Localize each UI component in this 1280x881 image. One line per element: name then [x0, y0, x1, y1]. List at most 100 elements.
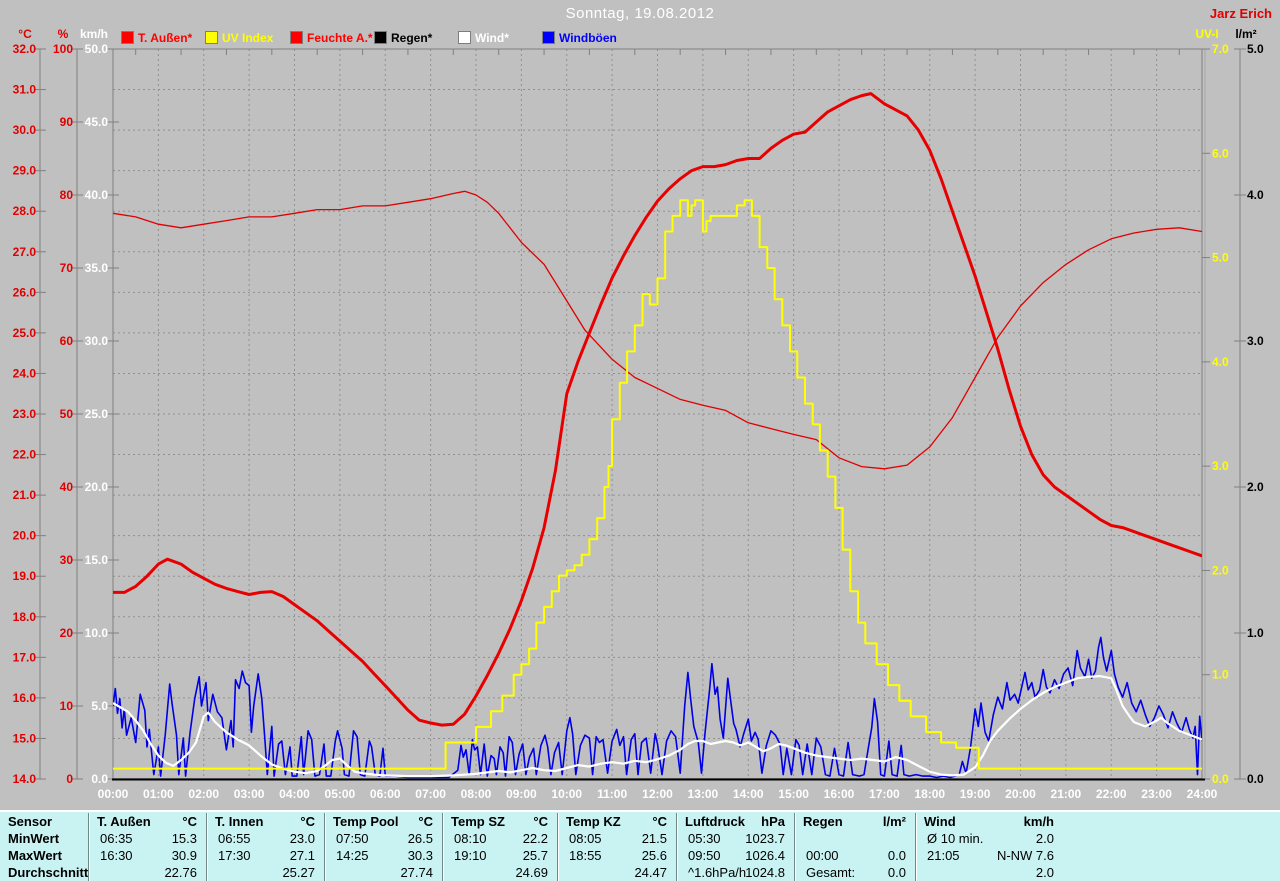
cell-name: Temp KZ	[566, 814, 621, 829]
cell-min_value: 15.3	[171, 831, 197, 846]
cell-max_time: 00:00	[806, 848, 839, 863]
axis-tick-label-percent: 30	[60, 553, 74, 567]
axis-tick-label-kmh: 25.0	[85, 407, 109, 421]
table-avg-row: 24.69	[443, 864, 558, 881]
axis-tick-label-kmh: 30.0	[85, 334, 109, 348]
cell-max_time: 14:25	[336, 848, 369, 863]
table-col-header: Temp Pool °C	[325, 813, 443, 830]
cell-unit: hPa	[761, 814, 785, 829]
axis-tick-label-rain: 0.0	[1247, 772, 1264, 786]
cell-min_time: 08:05	[569, 831, 602, 846]
cell-unit: °C	[533, 814, 548, 829]
x-tick-label: 23:00	[1141, 787, 1172, 801]
cell-min_value: 22.2	[522, 831, 548, 846]
x-tick-label: 21:00	[1051, 787, 1082, 801]
x-tick-label: 11:00	[597, 787, 627, 801]
cell-name: T. Außen	[97, 814, 151, 829]
cell-name: Wind	[924, 814, 956, 829]
axis-tick-label-uv: 7.0	[1212, 42, 1229, 56]
cell-avg_value: 24.47	[634, 865, 667, 880]
cell-max_value: 25.7	[522, 848, 548, 863]
table-avg-row: 24.47	[558, 864, 677, 881]
table-avg-row: 25.27	[207, 864, 325, 881]
cell-avg_label: ^1.6hPa/h	[688, 865, 747, 880]
axis-tick-label-kmh: 5.0	[91, 699, 108, 713]
axis-tick-label-temp: 27.0	[13, 245, 37, 259]
cell-unit: °C	[652, 814, 667, 829]
cell-min_time: 06:35	[100, 831, 133, 846]
cell-max_time: 09:50	[688, 848, 721, 863]
weather-app-window: Sonntag, 19.08.2012 Jarz Erich T. Außen*…	[0, 0, 1280, 881]
cell-max_value: 1026.4	[745, 848, 785, 863]
table-col-header: Temp SZ °C	[443, 813, 558, 830]
table-min-row: 07:50 26.5	[325, 830, 443, 847]
x-tick-label: 19:00	[960, 787, 991, 801]
axis-tick-label-temp: 17.0	[13, 650, 37, 664]
table-col-temp-pool: Temp Pool °C 07:50 26.5 14:25 30.3 27.74	[324, 813, 443, 881]
axis-tick-label-rain: 4.0	[1247, 188, 1264, 202]
axis-tick-label-kmh: 0.0	[91, 772, 108, 786]
series-windb-en	[113, 636, 1202, 779]
cell-avg_label: Gesamt:	[806, 865, 856, 880]
axis-tick-label-percent: 10	[60, 699, 74, 713]
axis-tick-label-temp: 30.0	[13, 123, 37, 137]
axis-tick-label-uv: 1.0	[1212, 668, 1229, 682]
axis-tick-label-kmh: 15.0	[85, 553, 109, 567]
x-tick-label: 18:00	[914, 787, 945, 801]
cell-max_time: 16:30	[100, 848, 133, 863]
axis-tick-label-uv: 2.0	[1212, 563, 1229, 577]
table-col-temp-sz: Temp SZ °C 08:10 22.2 19:10 25.7 24.69	[442, 813, 558, 881]
table-max-row: 19:10 25.7	[443, 847, 558, 864]
axis-tick-label-uv: 5.0	[1212, 251, 1229, 265]
x-tick-label: 24:00	[1187, 787, 1218, 801]
x-tick-label: 00:00	[98, 787, 129, 801]
x-tick-label: 10:00	[551, 787, 582, 801]
axis-tick-label-temp: 22.0	[13, 448, 37, 462]
axis-tick-label-percent: 0	[66, 772, 73, 786]
table-col-wind: Wind km/h Ø 10 min. 2.0 21:05 N-NW 7.6 2.0	[915, 813, 1064, 881]
axis-tick-label-temp: 21.0	[13, 488, 37, 502]
weather-chart: 32.0 31.0 30.0 29.0 28.0 27.0 26.0 25.0 24.0 23.0…	[13, 27, 1264, 801]
axis-tick-label-uv: 3.0	[1212, 459, 1229, 473]
table-col-header: Wind km/h	[916, 813, 1064, 830]
axis-tick-label-temp: 18.0	[13, 610, 37, 624]
axis-unit-percent: %	[58, 27, 69, 41]
axis-tick-label-temp: 25.0	[13, 326, 37, 340]
axis-tick-label-temp: 16.0	[13, 691, 37, 705]
x-tick-label: 04:00	[279, 787, 310, 801]
x-tick-label: 22:00	[1096, 787, 1127, 801]
table-col-header: Regen l/m²	[795, 813, 916, 830]
axis-tick-label-rain: 5.0	[1247, 42, 1264, 56]
cell-min_value: 2.0	[1035, 831, 1054, 846]
x-tick-label: 13:00	[688, 787, 719, 801]
axis-tick-label-percent: 50	[60, 407, 74, 421]
cell-min_value: 21.5	[641, 831, 667, 846]
table-col-t-au-en: T. Außen °C 06:35 15.3 16:30 30.9 22.76	[88, 813, 207, 881]
x-tick-label: 17:00	[869, 787, 900, 801]
axis-unit-kmh: km/h	[80, 27, 108, 41]
row-label-durchschnitt: Durchschnitt	[8, 865, 89, 880]
x-tick-label: 09:00	[506, 787, 537, 801]
table-col-luftdruck: Luftdruck hPa 05:30 1023.7 09:50 1026.4 ^1.6hP…	[676, 813, 795, 881]
table-min-row: Ø 10 min. 2.0	[916, 830, 1064, 847]
table-max-row: 17:30 27.1	[207, 847, 325, 864]
axis-tick-label-temp: 19.0	[13, 569, 37, 583]
axis-tick-label-temp: 28.0	[13, 204, 37, 218]
cell-name: Luftdruck	[685, 814, 745, 829]
cell-unit: °C	[182, 814, 197, 829]
x-tick-label: 20:00	[1005, 787, 1036, 801]
axis-tick-label-kmh: 35.0	[85, 261, 109, 275]
axis-tick-label-rain: 1.0	[1247, 626, 1264, 640]
axis-unit-uv: UV-I	[1195, 27, 1218, 41]
cell-name: T. Innen	[215, 814, 264, 829]
table-min-row: 08:10 22.2	[443, 830, 558, 847]
axis-tick-label-temp: 14.0	[13, 772, 37, 786]
x-tick-label: 05:00	[325, 787, 356, 801]
table-avg-row: ^1.6hPa/h 1024.8	[677, 864, 795, 881]
table-max-row: 09:50 1026.4	[677, 847, 795, 864]
cell-min_value: 23.0	[289, 831, 315, 846]
cell-max_value: 0.0	[887, 848, 906, 863]
cell-min_value: 26.5	[407, 831, 433, 846]
cell-min_time: 07:50	[336, 831, 369, 846]
cell-max_value: 30.3	[407, 848, 433, 863]
